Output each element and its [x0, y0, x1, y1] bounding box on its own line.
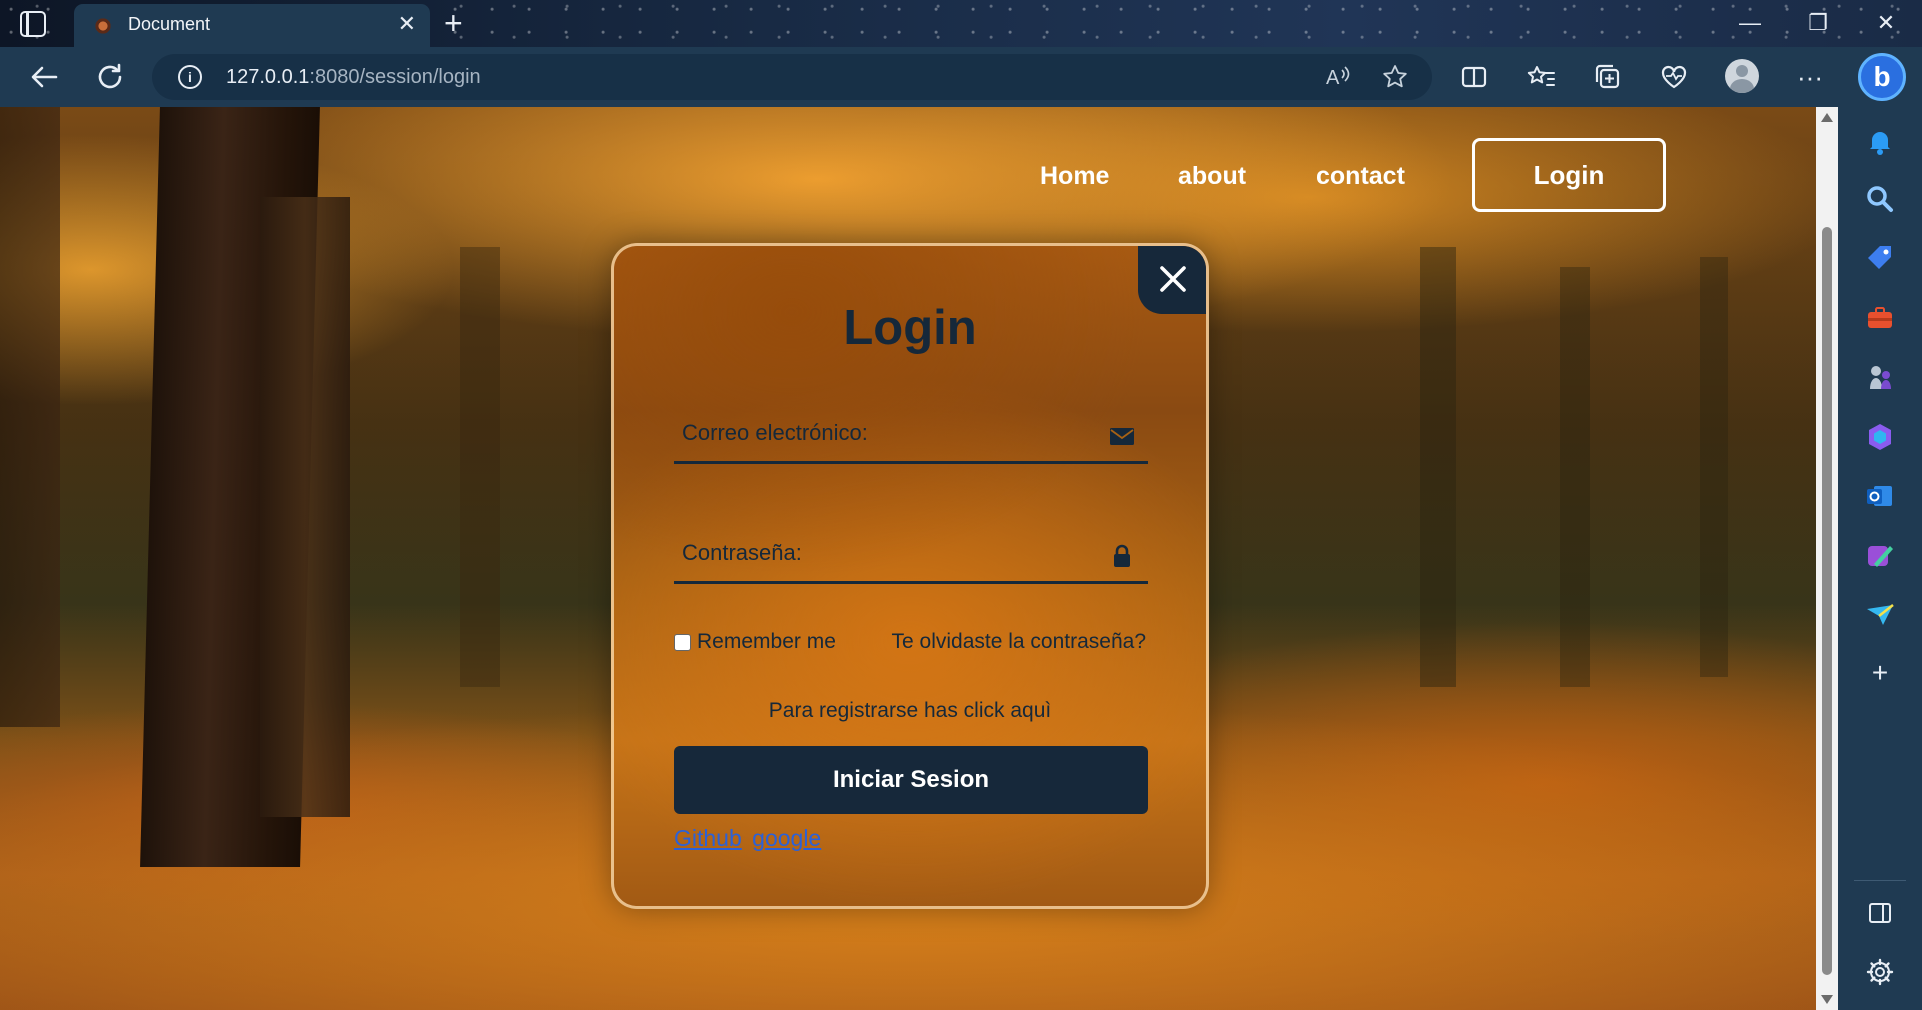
page-scrollbar[interactable]	[1816, 107, 1838, 1010]
restore-button[interactable]: ❐	[1798, 6, 1838, 40]
games-icon[interactable]	[1864, 361, 1896, 393]
more-menu-icon[interactable]: ···	[1792, 59, 1828, 95]
split-screen-icon[interactable]	[1456, 59, 1492, 95]
password-label: Contraseña:	[682, 540, 802, 565]
register-link[interactable]: Para registrarse has click aquì	[614, 699, 1206, 723]
designer-icon[interactable]	[1864, 540, 1896, 572]
email-label: Correo electrónico:	[682, 420, 868, 445]
browser-tab[interactable]: Document ✕	[74, 4, 430, 47]
read-aloud-icon[interactable]: A	[1322, 62, 1352, 100]
background-tree	[260, 197, 350, 817]
remember-me[interactable]: Remember me	[674, 630, 836, 654]
scroll-down-arrow-icon[interactable]	[1821, 995, 1833, 1004]
github-link[interactable]: Github	[674, 825, 742, 851]
svg-text:A: A	[1326, 67, 1340, 89]
minimize-button[interactable]: —	[1730, 6, 1770, 40]
browser-toolbar: i 127.0.0.1:8080/session/login A ··· b	[0, 47, 1922, 107]
hide-sidebar-icon[interactable]	[1864, 897, 1896, 929]
background-tree	[1560, 267, 1590, 687]
google-link[interactable]: google	[752, 825, 821, 851]
nav-contact-link[interactable]: contact	[1316, 162, 1405, 191]
background-tree	[460, 247, 500, 687]
bing-copilot-icon[interactable]: b	[1858, 53, 1906, 101]
copilot-icon[interactable]	[1864, 421, 1896, 453]
background-tree	[0, 107, 60, 727]
background-tree	[1700, 257, 1728, 677]
lock-icon	[1114, 544, 1130, 567]
tab-title: Document	[128, 14, 211, 34]
tab-close-icon[interactable]: ✕	[398, 12, 416, 36]
window-close-button[interactable]: ✕	[1866, 6, 1906, 40]
sidebar-divider	[1854, 880, 1906, 881]
close-icon	[1160, 266, 1186, 292]
nav-home-link[interactable]: Home	[1040, 162, 1109, 191]
profile-avatar[interactable]	[1725, 59, 1759, 93]
notifications-bell-icon[interactable]	[1864, 125, 1896, 157]
tab-favicon-icon	[94, 17, 112, 35]
login-modal: Login Correo electrónico: Contraseña: Re…	[611, 243, 1209, 909]
email-field[interactable]: Correo electrónico:	[674, 398, 1148, 464]
favorites-icon[interactable]	[1523, 59, 1559, 95]
settings-gear-icon[interactable]	[1864, 956, 1896, 988]
page-viewport: Home about contact Login Login Correo el…	[0, 107, 1816, 1010]
refresh-icon[interactable]	[92, 59, 128, 95]
login-title: Login	[843, 301, 977, 355]
browser-tab-bar: Document ✕ + — ❐ ✕	[0, 0, 1922, 47]
nav-about-link[interactable]: about	[1178, 162, 1246, 191]
tab-actions-icon[interactable]	[20, 11, 46, 37]
edge-sidebar: +	[1838, 107, 1922, 1010]
url-text[interactable]: 127.0.0.1:8080/session/login	[226, 66, 481, 89]
submit-login-button[interactable]: Iniciar Sesion	[674, 746, 1148, 814]
shopping-tag-icon[interactable]	[1864, 242, 1896, 274]
oauth-links: Github google	[674, 825, 825, 852]
address-bar[interactable]: i 127.0.0.1:8080/session/login A	[152, 54, 1432, 100]
tools-briefcase-icon[interactable]	[1864, 302, 1896, 334]
remember-me-label: Remember me	[697, 630, 836, 653]
outlook-icon[interactable]	[1864, 480, 1896, 512]
browser-essentials-icon[interactable]	[1656, 59, 1692, 95]
mail-icon	[1110, 428, 1134, 445]
remember-me-checkbox[interactable]	[674, 633, 691, 651]
scrollbar-thumb[interactable]	[1822, 227, 1832, 975]
site-info-icon[interactable]: i	[178, 65, 202, 89]
send-drop-icon[interactable]	[1864, 599, 1896, 631]
search-icon[interactable]	[1864, 183, 1896, 215]
collections-icon[interactable]	[1590, 59, 1626, 95]
background-tree	[1420, 247, 1456, 687]
add-sidebar-app-icon[interactable]: +	[1864, 657, 1896, 689]
new-tab-button[interactable]: +	[444, 4, 463, 42]
forgot-password-link[interactable]: Te olvidaste la contraseña?	[892, 630, 1147, 654]
nav-login-button[interactable]: Login	[1472, 138, 1666, 212]
password-field[interactable]: Contraseña:	[674, 518, 1148, 584]
favorite-star-icon[interactable]	[1380, 62, 1410, 100]
scroll-up-arrow-icon[interactable]	[1821, 113, 1833, 122]
back-icon[interactable]	[26, 59, 62, 95]
